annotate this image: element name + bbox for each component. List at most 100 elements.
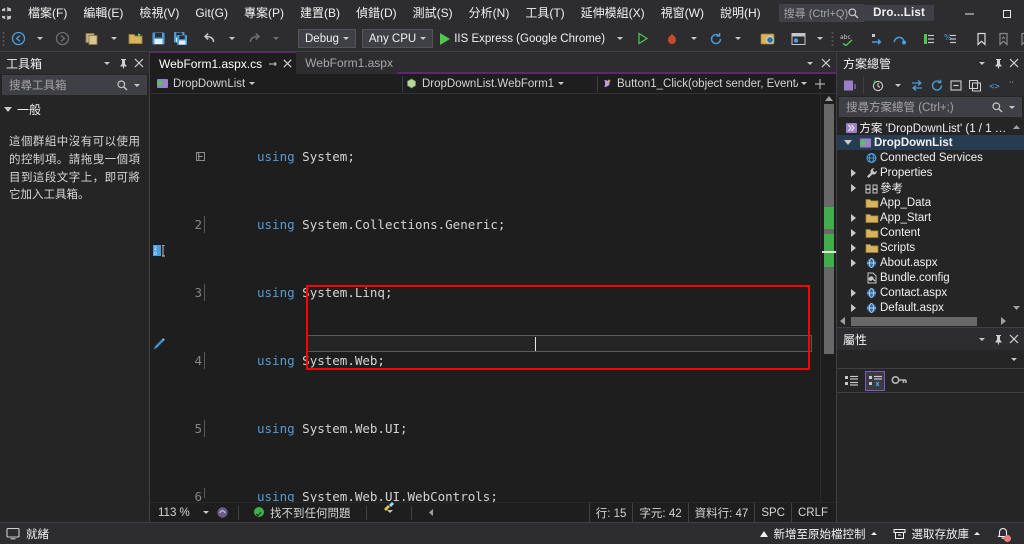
minimize-button[interactable]: [950, 0, 988, 26]
properties-grid[interactable]: [837, 393, 1024, 522]
undo-dropdown[interactable]: [221, 28, 243, 50]
save-all-button[interactable]: [169, 28, 191, 50]
navbar-split-icon[interactable]: [812, 75, 830, 93]
notifications-button[interactable]: [988, 523, 1018, 544]
hot-reload-button[interactable]: [661, 28, 683, 50]
scroll-left-arrow-icon[interactable]: [840, 317, 845, 325]
categorized-view-icon[interactable]: [841, 371, 861, 391]
toolbox-pin-icon[interactable]: [115, 54, 131, 72]
spell-check-button[interactable]: abc: [836, 28, 858, 50]
tab-webform1-aspx-cs[interactable]: WebForm1.aspx.cs: [150, 52, 297, 74]
browser-preview-button[interactable]: [757, 28, 779, 50]
chevron-right-icon[interactable]: [849, 183, 863, 192]
codelens-glyph-icon[interactable]: 20: [153, 245, 166, 257]
zoom-level[interactable]: 113 %: [150, 507, 198, 519]
menu-item-tools[interactable]: 工具(T): [517, 0, 572, 26]
open-file-button[interactable]: [125, 28, 147, 50]
tree-row-project[interactable]: DropDownList: [837, 135, 1024, 150]
scroll-right-arrow-icon[interactable]: [1001, 317, 1006, 325]
solution-explorer-switch-view-icon[interactable]: [840, 75, 859, 95]
tree-row-solution[interactable]: 方案 'DropDownList' (1 / 1 個專: [837, 120, 1024, 135]
chevron-right-icon[interactable]: [849, 228, 863, 237]
collapse-all-icon[interactable]: [946, 75, 965, 95]
tree-row-app-start[interactable]: App_Start: [837, 210, 1024, 225]
solution-name-chip[interactable]: Dro...List: [864, 5, 934, 21]
fold-toggle-icon[interactable]: −: [196, 152, 205, 161]
line-ending-mode[interactable]: CRLF: [790, 502, 834, 523]
refresh-solution-icon[interactable]: [927, 75, 946, 95]
navigate-backward-button[interactable]: [7, 28, 29, 50]
chevron-right-icon[interactable]: [849, 288, 863, 297]
refresh-dropdown[interactable]: [727, 28, 749, 50]
menu-item-analyze[interactable]: 分析(N): [461, 0, 518, 26]
menu-item-extensions[interactable]: 延伸模組(X): [573, 0, 653, 26]
tab-list-dropdown-icon[interactable]: [802, 54, 818, 72]
save-button[interactable]: [147, 28, 169, 50]
redo-dropdown[interactable]: [265, 28, 287, 50]
solution-platform-dropdown[interactable]: Any CPU: [361, 29, 434, 48]
solution-explorer-search-input[interactable]: 搜尋方案總管 (Ctrl+;): [839, 97, 1022, 117]
solution-explorer-pin-icon[interactable]: [990, 54, 1006, 72]
alphabetical-view-icon[interactable]: [865, 370, 885, 391]
previous-bookmark-button[interactable]: [992, 28, 1014, 50]
comment-lines-button[interactable]: [918, 28, 940, 50]
toolbox-dropdown-icon[interactable]: [99, 54, 115, 72]
solution-explorer-dropdown-icon[interactable]: [974, 54, 990, 72]
chevron-right-icon[interactable]: [849, 168, 863, 177]
tree-row-references[interactable]: 參考: [837, 180, 1024, 195]
tree-row-contact-aspx[interactable]: Contact.aspx: [837, 285, 1024, 300]
chevron-right-icon[interactable]: [849, 213, 863, 222]
menu-item-file[interactable]: 檔案(F): [20, 0, 75, 26]
select-repository-button[interactable]: 選取存放庫: [885, 523, 989, 544]
maximize-button[interactable]: [988, 0, 1024, 26]
scroll-left-arrow-icon[interactable]: [420, 508, 443, 517]
tree-row-content[interactable]: Content: [837, 225, 1024, 240]
next-bookmark-button[interactable]: [1014, 28, 1024, 50]
solution-toolbar-overflow-icon[interactable]: ··: [1005, 75, 1024, 95]
breakpoint-margin[interactable]: 20: [150, 94, 168, 502]
start-debugging-dropdown[interactable]: [609, 28, 631, 50]
code-text-surface[interactable]: 1− using System; 2 using System.Collection…: [168, 94, 820, 502]
show-all-files-icon[interactable]: <>: [985, 75, 1004, 95]
properties-object-dropdown[interactable]: [837, 350, 1024, 369]
solution-search-options-icon[interactable]: [1006, 105, 1018, 109]
redo-button[interactable]: [243, 28, 265, 50]
editor-vertical-scrollbar[interactable]: [820, 94, 836, 502]
solution-tree[interactable]: 方案 'DropDownList' (1 / 1 個專 DropDownList: [837, 118, 1024, 315]
tree-row-bundle-config[interactable]: Bundle.config: [837, 270, 1024, 285]
pin-tab-icon[interactable]: [268, 59, 278, 69]
navbar-project-dropdown[interactable]: DropDownList: [154, 75, 402, 93]
problems-status[interactable]: 找不到任何問題: [247, 505, 358, 521]
menu-item-view[interactable]: 檢視(V): [131, 0, 187, 26]
new-project-button[interactable]: [81, 28, 103, 50]
tree-row-about-aspx[interactable]: About.aspx: [837, 255, 1024, 270]
tab-webform1-aspx[interactable]: WebForm1.aspx: [296, 52, 397, 74]
tree-row-default-aspx[interactable]: Default.aspx: [837, 300, 1024, 315]
chevron-right-icon[interactable]: [849, 303, 863, 312]
toolbox-search-options-icon[interactable]: [131, 83, 143, 87]
toolbox-close-icon[interactable]: [131, 54, 147, 72]
filter-dropdown-icon[interactable]: [888, 75, 907, 95]
chevron-right-icon[interactable]: [849, 243, 863, 252]
zoom-dropdown-icon[interactable]: [198, 504, 214, 522]
global-search-input[interactable]: 搜尋 (Ctrl+Q): [778, 4, 865, 22]
undo-button[interactable]: [199, 28, 221, 50]
properties-key-icon[interactable]: [889, 371, 909, 391]
solution-configuration-dropdown[interactable]: Debug: [298, 29, 356, 48]
tab-close-group-icon[interactable]: [818, 54, 834, 72]
refresh-button[interactable]: [705, 28, 727, 50]
menu-item-build[interactable]: 建置(B): [292, 0, 348, 26]
tree-row-scripts[interactable]: Scripts: [837, 240, 1024, 255]
code-editor[interactable]: 20 1− using System; 2 using System.Collect…: [150, 94, 836, 502]
new-project-dropdown[interactable]: [103, 28, 125, 50]
scroll-down-arrow-icon[interactable]: [1012, 303, 1024, 312]
toolbox-search-input[interactable]: 搜尋工具箱: [2, 75, 147, 95]
solution-horizontal-scrollbar[interactable]: [837, 315, 1024, 327]
properties-close-icon[interactable]: [1006, 330, 1022, 348]
pending-changes-filter-icon[interactable]: [868, 75, 887, 95]
start-without-debugging-button[interactable]: [631, 28, 653, 50]
add-to-source-control-button[interactable]: 新增至原始檔控制: [752, 523, 885, 544]
step-into-button[interactable]: [866, 28, 888, 50]
start-debugging-button[interactable]: IIS Express (Google Chrome): [436, 28, 609, 50]
menu-item-window[interactable]: 視窗(W): [653, 0, 712, 26]
